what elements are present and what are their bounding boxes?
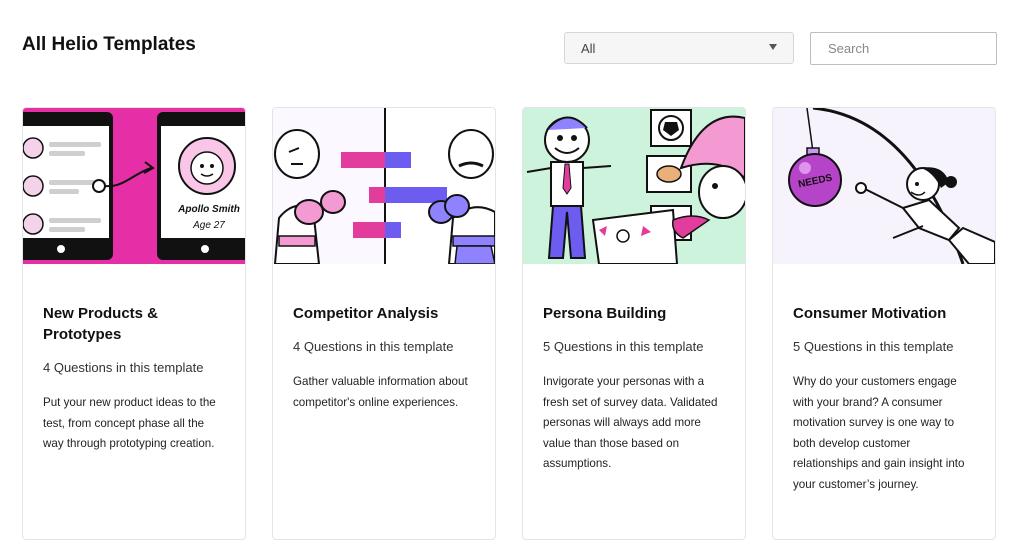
card-description: Put your new product ideas to the test, …	[43, 396, 216, 451]
page-title: All Helio Templates	[22, 34, 196, 55]
card-title: Consumer Motivation	[793, 305, 947, 322]
category-filter-select[interactable]: All	[564, 32, 794, 64]
card-illustration	[523, 108, 745, 264]
template-card-persona-building[interactable]: Persona Building 5 Questions in this tem…	[522, 107, 746, 540]
search-input[interactable]	[810, 32, 997, 65]
card-illustration: Apollo Smith Age 27	[23, 108, 245, 264]
card-illustration	[273, 108, 495, 264]
template-card-new-products[interactable]: Apollo Smith Age 27 New Products & Proto…	[22, 107, 246, 540]
card-title: Competitor Analysis	[293, 305, 439, 322]
persona-age-label: Age 27	[192, 220, 225, 231]
filter-selected-value: All	[581, 40, 596, 56]
card-title: New Products & Prototypes	[43, 305, 159, 343]
caret-down-icon	[769, 44, 777, 50]
card-description: Why do your customers engage with your b…	[793, 375, 965, 491]
persona-name-label: Apollo Smith	[177, 204, 240, 215]
question-count: 5 Questions in this template	[793, 339, 954, 354]
template-card-competitor-analysis[interactable]: Competitor Analysis 4 Questions in this …	[272, 107, 496, 540]
question-count: 4 Questions in this template	[43, 360, 204, 375]
card-description: Invigorate your personas with a fresh se…	[543, 375, 718, 471]
question-count: 4 Questions in this template	[293, 339, 454, 354]
card-title: Persona Building	[543, 305, 667, 322]
card-illustration: NEEDS	[773, 108, 995, 264]
question-count: 5 Questions in this template	[543, 339, 704, 354]
template-card-consumer-motivation[interactable]: NEEDS Consumer Motivation 5 Questions in…	[772, 107, 996, 540]
card-description: Gather valuable information about compet…	[293, 375, 468, 409]
